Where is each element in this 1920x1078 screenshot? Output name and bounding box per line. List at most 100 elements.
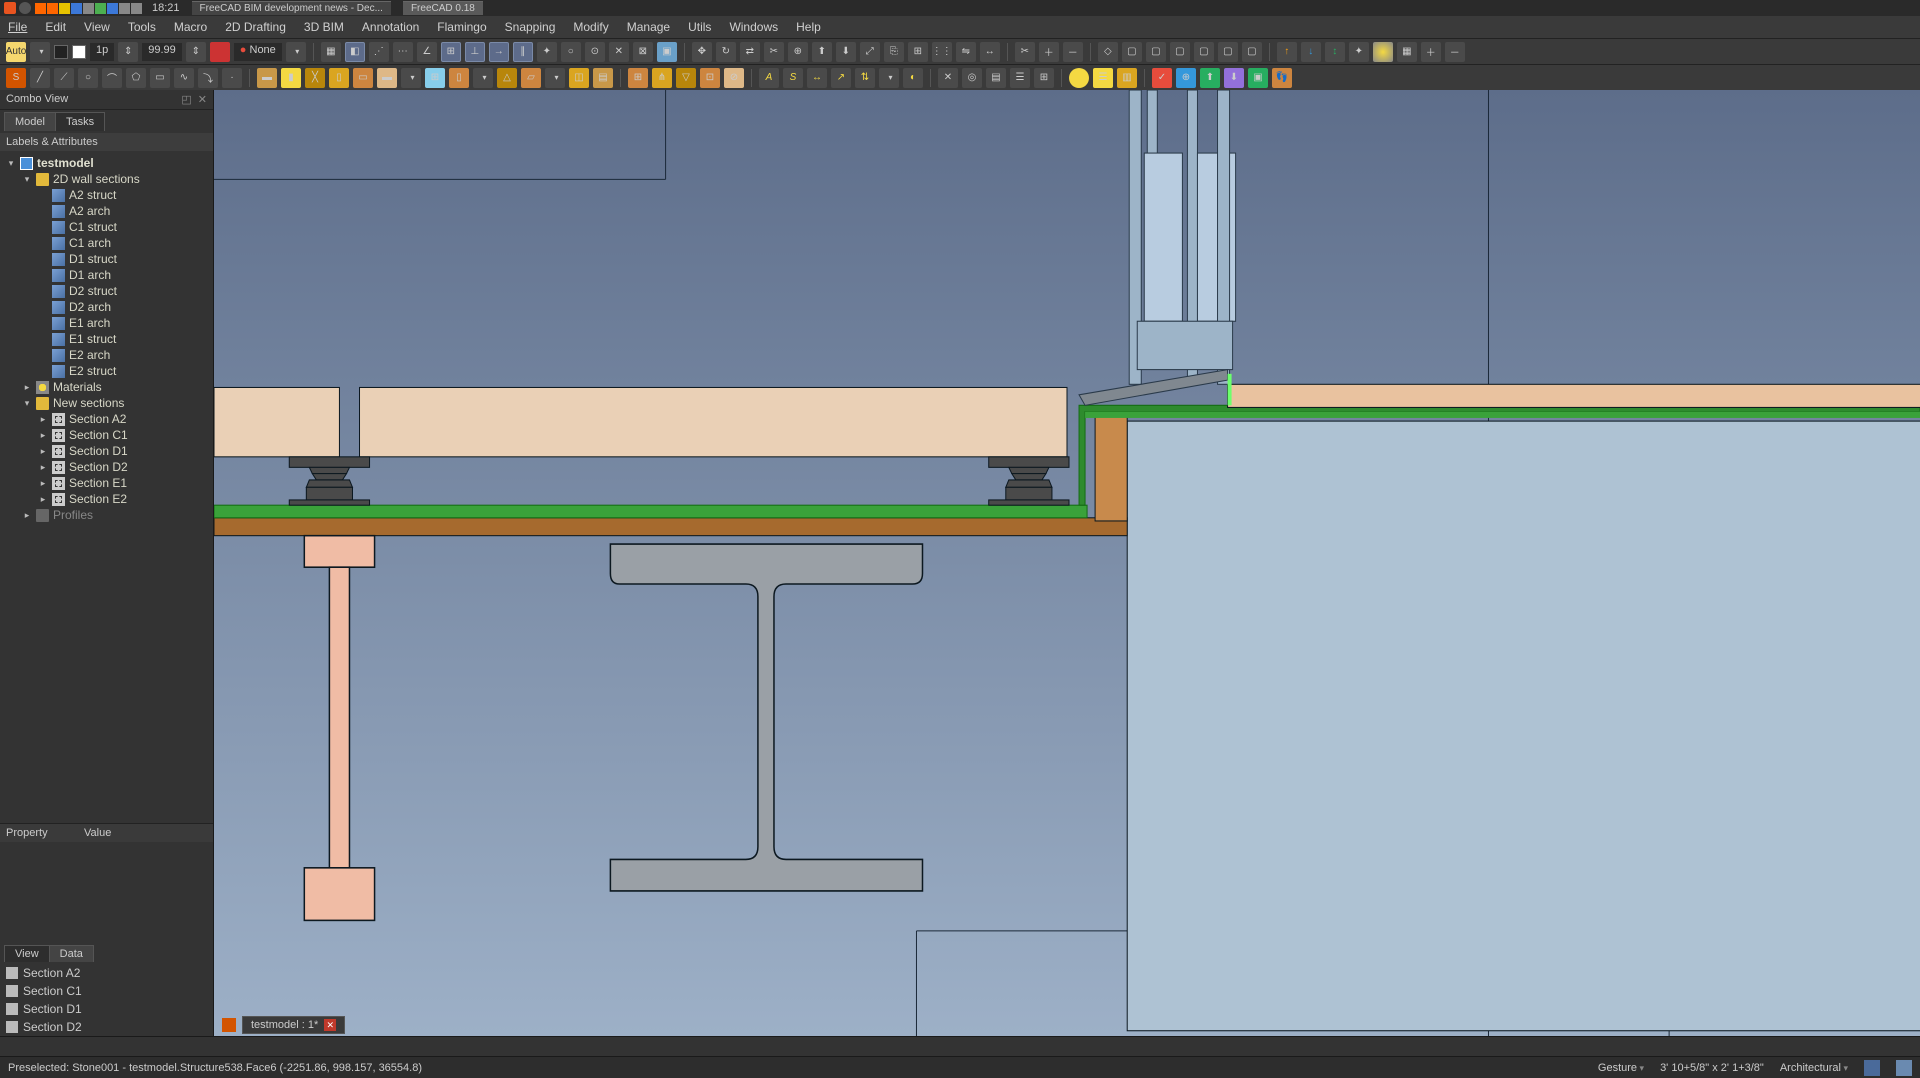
group-label[interactable]: Materials: [53, 380, 102, 394]
ifc-import-icon[interactable]: ⬇: [1224, 68, 1244, 88]
doc-tab[interactable]: testmodel : 1* ✕: [242, 1016, 345, 1034]
bim-server-icon[interactable]: ⊕: [1176, 68, 1196, 88]
tree-twisty[interactable]: ▾: [6, 158, 16, 169]
tree-item[interactable]: Section D2: [69, 460, 128, 474]
door-dropdown[interactable]: [473, 68, 493, 88]
snap-parallel-icon[interactable]: ∥: [513, 42, 533, 62]
bezier-icon[interactable]: ⤵: [198, 68, 218, 88]
snap-center-icon[interactable]: ⋯: [393, 42, 413, 62]
group-label[interactable]: Profiles: [53, 508, 93, 522]
view-left-icon[interactable]: ▢: [1242, 42, 1262, 62]
trimex-icon[interactable]: ✂: [764, 42, 784, 62]
menu-help[interactable]: Help: [796, 20, 821, 34]
menu-modify[interactable]: Modify: [573, 20, 608, 34]
unit-system-selector[interactable]: Architectural: [1780, 1062, 1848, 1074]
roof-icon[interactable]: △: [497, 68, 517, 88]
tree-twisty[interactable]: ▸: [22, 510, 32, 521]
list-item[interactable]: Section D1: [23, 1002, 82, 1016]
remove-component-icon[interactable]: －: [1063, 42, 1083, 62]
snap-intersection-icon[interactable]: ⊞: [441, 42, 461, 62]
axis-dropdown[interactable]: [879, 68, 899, 88]
close-window-icon[interactable]: [4, 2, 16, 14]
rectangle-icon[interactable]: ▭: [150, 68, 170, 88]
font-size-stepper[interactable]: ⇕: [186, 42, 206, 62]
os-taskbar-tab-active[interactable]: FreeCAD 0.18: [403, 1, 483, 15]
tree-twisty[interactable]: ▸: [38, 478, 48, 489]
label-icon[interactable]: ↗: [831, 68, 851, 88]
tree-twisty[interactable]: ▾: [22, 398, 32, 409]
tree-twisty[interactable]: ▾: [22, 174, 32, 185]
snap-extension-icon[interactable]: →: [489, 42, 509, 62]
line-color-swatch[interactable]: [54, 45, 68, 59]
nudge-extend-icon[interactable]: ↕: [1325, 42, 1345, 62]
font-size-field[interactable]: 99.99: [142, 43, 182, 61]
menu-tools[interactable]: Tools: [128, 20, 156, 34]
ifc-elements-icon[interactable]: ☰: [1010, 68, 1030, 88]
tree-item[interactable]: E1 struct: [69, 332, 116, 346]
snap-endpoint-icon[interactable]: ◧: [345, 42, 365, 62]
snap-grid-icon[interactable]: ▦: [321, 42, 341, 62]
wire-icon[interactable]: ⟋: [54, 68, 74, 88]
view-top-icon[interactable]: ▢: [1146, 42, 1166, 62]
line-icon[interactable]: ╱: [30, 68, 50, 88]
tree-item[interactable]: D1 struct: [69, 252, 117, 266]
list-item[interactable]: Section A2: [23, 966, 80, 980]
toggle-grid-icon[interactable]: ▣: [657, 42, 677, 62]
view-right-icon[interactable]: ▢: [1170, 42, 1190, 62]
model-tree[interactable]: ▾testmodel ▾2D wall sections A2 struct A…: [0, 151, 213, 823]
snap-dimensions-icon[interactable]: ✕: [609, 42, 629, 62]
tab-view[interactable]: View: [4, 945, 50, 962]
menu-manage[interactable]: Manage: [627, 20, 670, 34]
os-taskbar-tab[interactable]: FreeCAD BIM development news - Dec...: [192, 1, 391, 15]
snap-workingplane-icon[interactable]: ⊠: [633, 42, 653, 62]
snap-perpendicular-icon[interactable]: ⊥: [465, 42, 485, 62]
tree-item[interactable]: D1 arch: [69, 268, 111, 282]
add-component-icon[interactable]: ＋: [1039, 42, 1059, 62]
tree-twisty[interactable]: ▸: [38, 446, 48, 457]
status-icon[interactable]: [1864, 1060, 1880, 1076]
nav-style-selector[interactable]: Gesture: [1598, 1062, 1644, 1074]
menu-view[interactable]: View: [84, 20, 110, 34]
panel-icon[interactable]: ▱: [521, 68, 541, 88]
snap-near-icon[interactable]: ○: [561, 42, 581, 62]
ifc-export-icon[interactable]: ⬆: [1200, 68, 1220, 88]
scale-icon[interactable]: ⤢: [860, 42, 880, 62]
structure-icon[interactable]: ▮: [281, 68, 301, 88]
doc-label[interactable]: testmodel: [37, 156, 94, 170]
upgrade-icon[interactable]: ⬆: [812, 42, 832, 62]
group-label[interactable]: New sections: [53, 396, 124, 410]
linewidth-field[interactable]: 1p: [90, 43, 114, 61]
status-icon[interactable]: [1896, 1060, 1912, 1076]
panel-float-icon[interactable]: ◰: [181, 93, 191, 106]
move-icon[interactable]: ✥: [692, 42, 712, 62]
project-setup-icon[interactable]: ✕: [938, 68, 958, 88]
axis-tool-icon[interactable]: ⇅: [855, 68, 875, 88]
views-manager-icon[interactable]: ◎: [962, 68, 982, 88]
group-label[interactable]: 2D wall sections: [53, 172, 140, 186]
tree-item[interactable]: E2 struct: [69, 364, 116, 378]
circle-icon[interactable]: ○: [78, 68, 98, 88]
rotate-icon[interactable]: ↻: [716, 42, 736, 62]
materials-icon[interactable]: ▥: [1117, 68, 1137, 88]
tree-item[interactable]: E1 arch: [69, 316, 110, 330]
tree-item[interactable]: D2 arch: [69, 300, 111, 314]
tree-item[interactable]: Section E2: [69, 492, 127, 506]
menu-2d-drafting[interactable]: 2D Drafting: [225, 20, 286, 34]
3d-viewport[interactable]: z x y testmodel : 1* ✕: [214, 90, 1920, 1036]
view-front-icon[interactable]: ▢: [1122, 42, 1142, 62]
view-iso-icon[interactable]: ◇: [1098, 42, 1118, 62]
preflight-icon[interactable]: ✓: [1152, 68, 1172, 88]
tree-item[interactable]: Section C1: [69, 428, 128, 442]
fence-icon[interactable]: ⋔: [652, 68, 672, 88]
menu-utils[interactable]: Utils: [688, 20, 711, 34]
panel-dropdown[interactable]: [545, 68, 565, 88]
polygon-icon[interactable]: ⬠: [126, 68, 146, 88]
rebar-icon[interactable]: ╳: [305, 68, 325, 88]
tree-twisty[interactable]: ▸: [38, 462, 48, 473]
material-icon[interactable]: [1373, 42, 1393, 62]
equipment-icon[interactable]: ⊡: [700, 68, 720, 88]
wall-icon[interactable]: ▬: [257, 68, 277, 88]
clone-icon[interactable]: ⎘: [884, 42, 904, 62]
layers-icon[interactable]: ☰: [1093, 68, 1113, 88]
slab-dropdown[interactable]: [401, 68, 421, 88]
